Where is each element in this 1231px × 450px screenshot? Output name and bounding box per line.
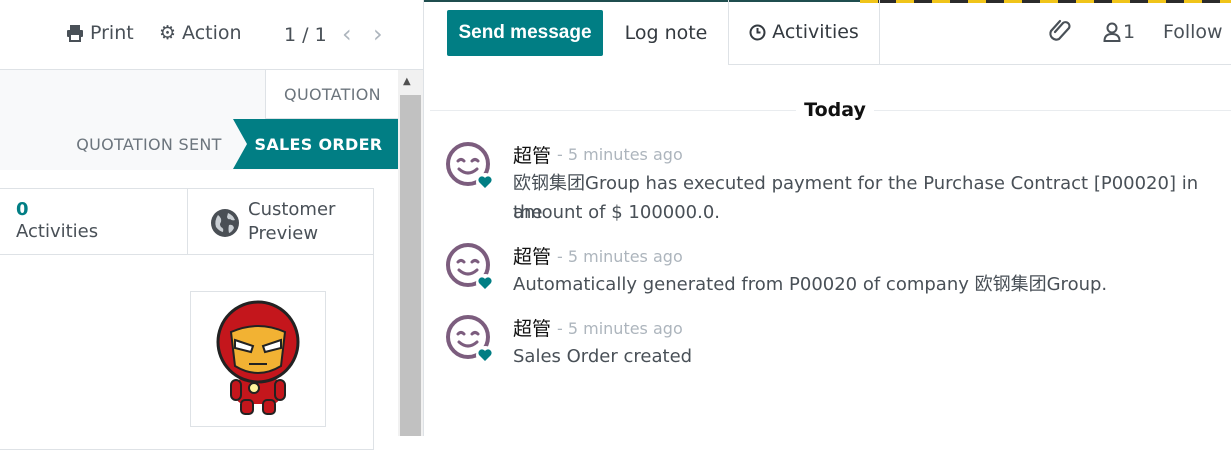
print-button[interactable]: Print (66, 22, 134, 44)
smiley-avatar-icon (446, 243, 494, 292)
activities-button[interactable]: Activities (728, 0, 880, 64)
date-separator-line (430, 110, 796, 111)
gear-icon: ⚙ (159, 22, 177, 44)
stage-sales-order[interactable]: SALES ORDER (233, 119, 398, 169)
print-label: Print (90, 22, 134, 44)
message-body-line: amount of $ 100000.0. (513, 202, 721, 223)
print-icon (67, 25, 83, 42)
preview-label-2: Preview (248, 223, 319, 244)
action-label: Action (182, 22, 242, 44)
smiley-avatar-icon (446, 142, 494, 191)
stage-quotation-sent[interactable]: QUOTATION SENT (60, 121, 238, 167)
activities-smart-button[interactable]: 0 Activities (0, 188, 188, 255)
globe-icon (211, 209, 239, 237)
stage-quotation[interactable]: QUOTATION (265, 70, 399, 119)
date-separator: Today (804, 99, 866, 121)
message-body-line: Automatically generated from P00020 of c… (513, 274, 1108, 295)
followers-count: 1 (1123, 21, 1136, 43)
scroll-up-arrow-icon[interactable]: ▲ (403, 76, 411, 87)
followers-button[interactable]: 1 (1103, 21, 1135, 43)
activities-count: 0 (16, 199, 29, 220)
smiley-avatar-icon (446, 315, 494, 364)
log-note-button[interactable]: Log note (612, 10, 720, 56)
message-avatar[interactable] (444, 314, 494, 368)
user-icon (1103, 22, 1121, 42)
paperclip-icon[interactable] (1048, 18, 1072, 50)
message-date: - 5 minutes ago (557, 319, 683, 338)
customer-avatar[interactable] (190, 291, 326, 427)
iron-man-avatar-image (216, 300, 300, 415)
date-separator-line (874, 110, 1231, 111)
message-author: 超管 (513, 318, 552, 340)
message-body-line: Sales Order created (513, 346, 693, 367)
action-button[interactable]: ⚙ Action (159, 22, 242, 44)
message-author: 超管 (513, 145, 552, 167)
clock-icon (749, 24, 766, 40)
activities-label: Activities (16, 221, 99, 242)
send-message-button[interactable]: Send message (447, 10, 603, 56)
panel-divider (423, 0, 424, 436)
chevron-right-icon[interactable]: › (373, 20, 383, 48)
preview-label-1: Customer (248, 199, 336, 220)
message-avatar[interactable] (444, 242, 494, 296)
activities-button-label: Activities (772, 21, 859, 43)
pager-value[interactable]: 1 / 1 (284, 24, 327, 46)
debug-stripe (860, 0, 1231, 3)
message-date: - 5 minutes ago (557, 247, 683, 266)
follow-button[interactable]: Follow (1163, 21, 1223, 43)
scrollbar-thumb[interactable] (400, 95, 421, 436)
message-date: - 5 minutes ago (557, 145, 683, 164)
chatter-divider (728, 64, 1231, 65)
chevron-left-icon[interactable]: ‹ (342, 20, 352, 48)
message-avatar[interactable] (444, 141, 494, 195)
message-author: 超管 (513, 246, 552, 268)
customer-preview-button[interactable]: Customer Preview (188, 188, 373, 255)
